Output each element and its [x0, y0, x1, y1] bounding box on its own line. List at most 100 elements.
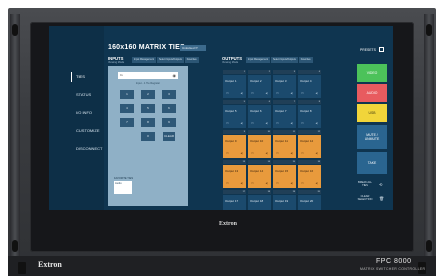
output-number: 18 — [248, 190, 271, 194]
speaker-icon: ◂) — [265, 121, 268, 125]
clear-selection-button[interactable]: CLEAR SELECTION — [353, 195, 377, 201]
outputs-tab-management[interactable]: Input Management — [246, 57, 270, 63]
output-tile[interactable]: Output 20▭◂) — [298, 195, 321, 210]
monitor-icon: ▭ — [301, 121, 304, 125]
output-tile-label: Output 16 — [300, 169, 314, 173]
usb-button[interactable]: USB — [357, 104, 387, 122]
output-tile[interactable]: Output 5 ▭ ◂) — [223, 105, 246, 128]
speaker-icon: ◂) — [290, 151, 293, 155]
output-tile[interactable]: Output 7 ▭ ◂) — [273, 105, 296, 128]
output-tile[interactable]: Output 6 ▭ ◂) — [248, 105, 271, 128]
output-tile[interactable]: Output 12 ▭ ◂) — [298, 135, 321, 158]
output-tile[interactable]: Output 13 ▭ ◂) — [223, 165, 246, 188]
output-number: 13 — [223, 160, 246, 164]
outputs-subtitle: Viewing Mode — [222, 61, 239, 64]
output-tile[interactable]: Output 3 ▭ ◂) — [273, 75, 296, 98]
presets-label[interactable]: PRESETS — [360, 48, 376, 52]
output-tile[interactable]: Output 16 ▭ ◂) — [298, 165, 321, 188]
monitor-icon: ▭ — [301, 151, 304, 155]
nav-status[interactable]: STATUS — [76, 92, 91, 97]
output-tile[interactable]: Output 4 ▭ ◂) — [298, 75, 321, 98]
inputs-tab-favorites[interactable]: Favorites — [184, 57, 199, 63]
output-tile[interactable]: Output 8 ▭ ◂) — [298, 105, 321, 128]
output-tile[interactable]: Output 11 ▭ ◂) — [273, 135, 296, 158]
nav-io-info[interactable]: I/O INFO — [76, 110, 92, 115]
monitor-icon: ▭ — [226, 181, 229, 185]
output-number: 17 — [223, 190, 246, 194]
outputs-tab-select[interactable]: Select Inputs/Outputs — [270, 57, 298, 63]
output-tile[interactable]: Output 10 ▭ ◂) — [248, 135, 271, 158]
bezel-logo: Extron — [219, 221, 237, 227]
monitor-icon: ▭ — [226, 91, 229, 95]
nav-disconnect[interactable]: DISCONNECT — [76, 146, 102, 151]
output-tile[interactable]: Output 9 ▭ ◂) — [223, 135, 246, 158]
keypad-key-5[interactable]: 5 — [141, 104, 155, 113]
break-label-line2: TIES — [362, 184, 368, 187]
monitor-icon: ▭ — [301, 91, 304, 95]
output-tile[interactable]: Output 19▭◂) — [273, 195, 296, 210]
keypad-key-3[interactable]: 3 — [162, 90, 176, 99]
output-tile[interactable]: Output 17▭◂) — [223, 195, 246, 210]
keypad-key-9[interactable]: 9 — [162, 118, 176, 127]
active-nav-indicator — [71, 72, 72, 82]
video-button[interactable]: VIDEO — [357, 64, 387, 82]
output-tile[interactable]: Output 15 ▭ ◂) — [273, 165, 296, 188]
rack-foot — [18, 262, 26, 274]
trash-icon[interactable]: 🗑 — [379, 196, 384, 201]
take-button[interactable]: TAKE — [357, 152, 387, 174]
audio-button[interactable]: AUDIO — [357, 84, 387, 102]
output-number: 15 — [273, 160, 296, 164]
keypad-key-1[interactable]: 1 — [120, 90, 134, 99]
speaker-icon: ◂) — [240, 151, 243, 155]
outputs-tab-favorites[interactable]: Favorites — [298, 57, 313, 63]
model-description: MATRIX SWITCHER CONTROLLER — [360, 267, 426, 271]
nav-customize[interactable]: CUSTOMIZE — [76, 128, 99, 133]
sidebar — [49, 26, 104, 210]
mute-label-line2: UNMUTE — [364, 137, 380, 141]
lock-toggle-button[interactable]: Unlocked ⟳ — [180, 45, 206, 51]
speaker-icon: ◂) — [265, 181, 268, 185]
monitor-icon: ▭ — [251, 151, 254, 155]
keypad-key-2[interactable]: 2 — [141, 90, 155, 99]
output-number: 10 — [248, 130, 271, 134]
keypad-key-7[interactable]: 7 — [120, 118, 134, 127]
input-number-field[interactable]: In ◉ — [118, 72, 178, 79]
speaker-icon: ◂) — [290, 181, 293, 185]
output-tile[interactable]: Output 18▭◂) — [248, 195, 271, 210]
output-tile-label: Output 14 — [250, 169, 264, 173]
favorite-tie-item[interactable]: Audio — [115, 182, 122, 185]
speaker-icon: ◂) — [290, 121, 293, 125]
eye-icon[interactable]: ◉ — [173, 73, 177, 78]
inputs-tab-select[interactable]: Select Inputs/Outputs — [156, 57, 184, 63]
break-ties-icon[interactable]: ⟲ — [379, 182, 382, 187]
keypad-key-8[interactable]: 8 — [141, 118, 155, 127]
outputs-tabs: Input Management Select Inputs/Outputs F… — [246, 57, 313, 63]
model-name: FPC 8000 — [376, 258, 412, 265]
output-tile-label: Output 19 — [275, 199, 289, 203]
output-number: 20 — [298, 190, 321, 194]
favorite-ties-label: FAVORITE TIES — [114, 177, 134, 180]
output-tile-label: Output 18 — [250, 199, 264, 203]
output-tile-label: Output 7 — [275, 109, 287, 113]
presets-icon[interactable] — [379, 47, 384, 52]
output-tile[interactable]: Output 14 ▭ ◂) — [248, 165, 271, 188]
speaker-icon: ◂) — [265, 151, 268, 155]
speaker-icon: ◂) — [315, 181, 318, 185]
output-tile-label: Output 15 — [275, 169, 289, 173]
inputs-tab-management[interactable]: Input Management — [132, 57, 156, 63]
speaker-icon: ◂) — [240, 181, 243, 185]
nav-ties[interactable]: TIES — [76, 74, 85, 79]
favorite-ties-list[interactable]: Audio — [114, 181, 132, 194]
input-hint: Input - 1 Tie Register — [135, 82, 161, 85]
output-tile[interactable]: Output 1 ▭ ◂) — [223, 75, 246, 98]
keypad-key-0[interactable]: 0 — [141, 132, 155, 141]
mute-unmute-button[interactable]: MUTE / UNMUTE — [357, 125, 387, 149]
keypad-clear-button[interactable]: CLEAR — [163, 132, 175, 141]
output-tile-label: Output 9 — [225, 139, 237, 143]
break-all-ties-button[interactable]: BREAK ALL TIES — [353, 181, 377, 187]
output-tile[interactable]: Output 2 ▭ ◂) — [248, 75, 271, 98]
keypad-key-4[interactable]: 4 — [120, 104, 134, 113]
keypad-key-6[interactable]: 6 — [162, 104, 176, 113]
monitor-icon: ▭ — [251, 91, 254, 95]
left-rack-ear — [10, 14, 20, 262]
